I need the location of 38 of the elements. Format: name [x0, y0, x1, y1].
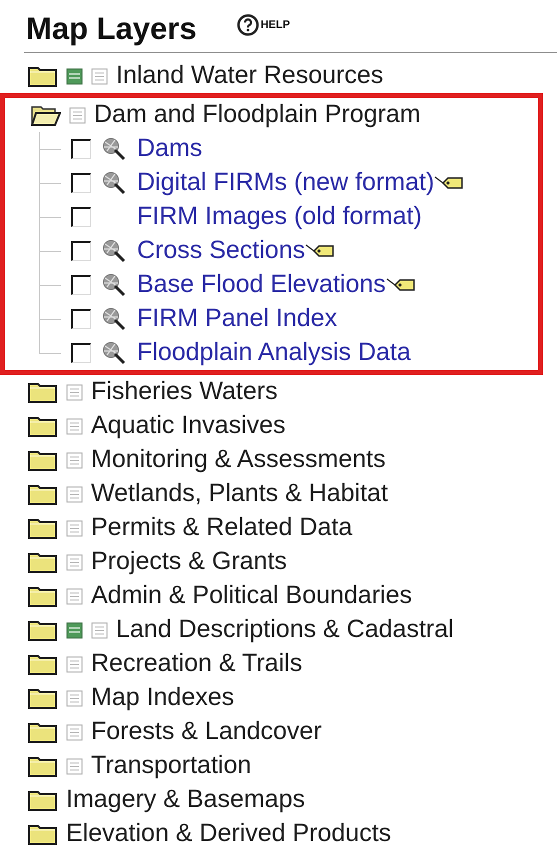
legend-icon[interactable]	[66, 68, 83, 84]
identify-icon[interactable]	[101, 307, 127, 331]
layer-checkbox[interactable]	[71, 309, 91, 329]
layer-checkbox[interactable]	[71, 241, 91, 261]
tag-icon[interactable]	[386, 277, 416, 293]
identify-icon[interactable]	[101, 239, 127, 263]
identify-icon[interactable]	[101, 273, 127, 297]
folder-icon[interactable]	[28, 65, 58, 87]
identify-icon[interactable]	[101, 171, 127, 195]
folder-icon[interactable]	[28, 687, 58, 709]
folder-icon[interactable]	[28, 823, 58, 845]
identify-icon[interactable]	[101, 137, 127, 161]
open-folder-icon[interactable]	[31, 104, 61, 126]
layer-checkbox[interactable]	[71, 173, 91, 193]
folder-icon[interactable]	[28, 789, 58, 811]
folder-icon[interactable]	[28, 415, 58, 437]
tag-icon[interactable]	[434, 175, 464, 191]
layer-checkbox[interactable]	[71, 275, 91, 295]
help-icon	[236, 14, 259, 36]
folder-icon[interactable]	[28, 551, 58, 573]
folder-icon[interactable]	[28, 653, 58, 675]
folder-icon[interactable]	[28, 585, 58, 607]
folder-icon[interactable]	[28, 449, 58, 471]
layer-checkbox[interactable]	[71, 139, 91, 159]
layer-checkbox[interactable]	[71, 207, 91, 227]
layer-checkbox[interactable]	[71, 343, 91, 363]
tag-icon[interactable]	[305, 243, 336, 259]
folder-icon[interactable]	[28, 483, 58, 505]
layer-group-label[interactable]: Inland Water Resources	[116, 57, 384, 95]
folder-icon[interactable]	[28, 755, 58, 777]
panel-title: Map Layers	[26, 10, 197, 48]
folder-icon[interactable]	[28, 381, 58, 403]
folder-icon[interactable]	[28, 721, 58, 743]
folder-icon[interactable]	[28, 517, 58, 539]
help-button[interactable]: HELP	[236, 14, 290, 36]
identify-icon[interactable]	[101, 341, 127, 365]
legend-icon[interactable]	[66, 622, 83, 638]
folder-icon[interactable]	[28, 619, 58, 641]
